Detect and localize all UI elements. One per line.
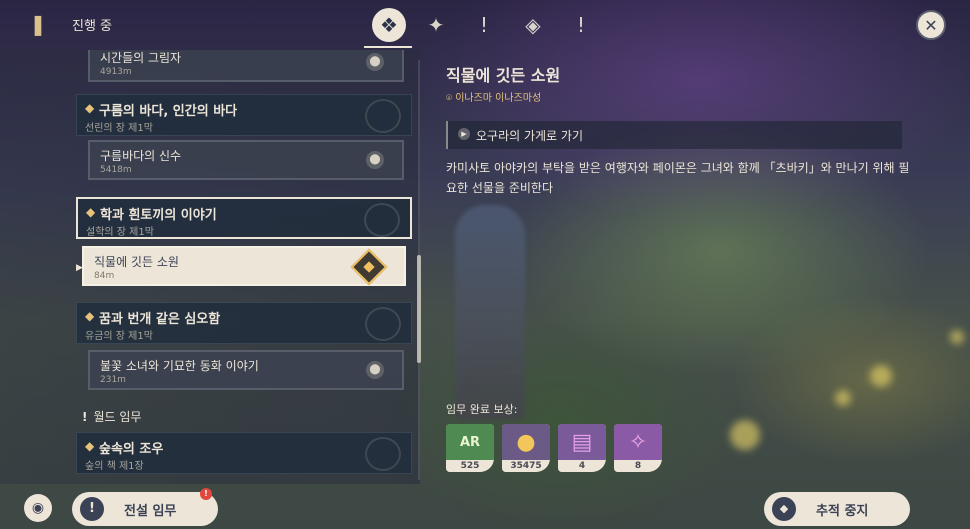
chapter-title: 꿈과 번개 같은 심오함 xyxy=(99,312,221,327)
quest-item[interactable]: 불꽃 소녀와 기묘한 동화 이야기 231m ⬤ xyxy=(88,350,404,390)
chapter-header[interactable]: ◆ 꿈과 번개 같은 심오함 유금의 장 제1막 xyxy=(76,302,412,344)
quest-distance: 4913m xyxy=(100,67,132,77)
stop-tracking-label: 추적 중지 xyxy=(816,504,869,519)
mora-icon: ● xyxy=(502,424,550,460)
event-quest-icon: ◈ xyxy=(525,13,541,37)
quest-item[interactable]: 구름바다의 신수 5418m ⬤ xyxy=(88,140,404,180)
world-quest-icon: ! xyxy=(82,410,88,424)
chapter-title: 숲속의 조우 xyxy=(99,442,164,457)
quest-location-label: 이나즈마 이나즈마성 xyxy=(455,93,542,104)
chapter-header[interactable]: ◆ 학과 흰토끼의 이야기 설학의 장 제1막 xyxy=(76,197,412,239)
close-icon: ✕ xyxy=(924,15,938,35)
legend-quest-button[interactable]: ! 전설 임무 ! xyxy=(72,488,218,526)
quest-distance: 5418m xyxy=(100,165,132,175)
tab-event-quest[interactable]: ◈ xyxy=(516,8,550,42)
commission-quest-icon: ! xyxy=(576,13,586,37)
reward-count: 525 xyxy=(446,460,494,472)
reward-count: 4 xyxy=(558,460,606,472)
location-pin-icon[interactable]: ⬤ xyxy=(366,361,384,379)
reward-item[interactable]: ▤ 4 xyxy=(558,424,606,472)
scrollbar-thumb[interactable] xyxy=(417,255,421,363)
chapter-title: 구름의 바다, 인간의 바다 xyxy=(99,104,238,119)
tab-archon-quest[interactable]: ❖ xyxy=(372,8,406,42)
location-pin-icon[interactable]: ⬤ xyxy=(366,151,384,169)
chapter-diamond-icon: ◆ xyxy=(86,205,96,219)
legend-quest-icon: ! xyxy=(80,497,104,521)
quest-location: ⌾ 이나즈마 이나즈마성 xyxy=(446,89,541,104)
chapter-emblem-icon xyxy=(364,203,400,237)
quest-title: 직물에 깃든 소원 xyxy=(94,255,179,269)
background-light xyxy=(950,330,964,344)
chapter-subtitle: 설학의 장 제1막 xyxy=(86,227,154,238)
selection-arrow-icon: ▶ xyxy=(76,263,83,273)
quest-objective[interactable]: ▶ 오구라의 가게로 가기 xyxy=(446,121,902,149)
chapter-header[interactable]: ◆ 구름의 바다, 인간의 바다 선린의 장 제1막 xyxy=(76,94,412,136)
top-bar: ❚ 진행 중 ❖ ✦ ! ◈ ! ✕ xyxy=(0,0,970,50)
reward-count: 8 xyxy=(614,460,662,472)
tab-world-quest[interactable]: ! xyxy=(467,8,501,42)
quest-book-icon: ❚ xyxy=(29,12,47,36)
story-quest-icon: ✦ xyxy=(427,13,445,37)
play-icon: ▶ xyxy=(458,128,470,140)
chapter-subtitle: 숲의 책 제1장 xyxy=(85,461,144,472)
tab-commission-quest[interactable]: ! xyxy=(564,8,598,42)
quest-description: 카미사토 아야카의 부탁을 받은 여행자와 페이몬은 그녀와 함께 「츠바키」와… xyxy=(446,161,910,195)
quest-distance: 231m xyxy=(100,375,126,385)
wish-icon[interactable]: ◉ xyxy=(24,494,52,522)
heros-wit-icon: ▤ xyxy=(558,424,606,460)
chapter-diamond-icon: ◆ xyxy=(85,101,95,115)
quest-item-selected[interactable]: 직물에 깃든 소원 84m xyxy=(82,246,406,286)
background-light xyxy=(870,365,892,387)
section-header-world-quests: ! 월드 임무 xyxy=(82,408,141,425)
mystic-ore-icon: ✧ xyxy=(614,424,662,460)
quest-title: 구름바다의 신수 xyxy=(100,149,182,163)
chapter-emblem-icon xyxy=(365,307,401,341)
background-character xyxy=(455,205,525,420)
objective-text: 오구라의 가게로 가기 xyxy=(476,129,583,143)
chapter-diamond-icon: ◆ xyxy=(85,439,95,453)
quest-title: 불꽃 소녀와 기묘한 동화 이야기 xyxy=(100,359,259,373)
tracking-diamond-icon: ◆ xyxy=(772,497,796,521)
reward-item[interactable]: ✧ 8 xyxy=(614,424,662,472)
chapter-emblem-icon xyxy=(365,437,401,471)
chapter-diamond-icon: ◆ xyxy=(85,309,95,323)
legend-quest-label: 전설 임무 xyxy=(124,504,177,519)
quest-item[interactable]: 시간들의 그림자 4913m ⬤ xyxy=(88,50,404,82)
adventure-exp-icon: AR xyxy=(446,424,494,460)
location-pin-icon[interactable]: ⬤ xyxy=(366,53,384,71)
background-light xyxy=(835,390,851,406)
tracking-marker-icon[interactable] xyxy=(350,248,388,286)
reward-item[interactable]: ● 35475 xyxy=(502,424,550,472)
quest-distance: 84m xyxy=(94,271,115,281)
chapter-title: 학과 흰토끼의 이야기 xyxy=(100,208,217,223)
tab-story-quest[interactable]: ✦ xyxy=(419,8,453,42)
chapter-header[interactable]: ◆ 숲속의 조우 숲의 책 제1장 xyxy=(76,432,412,474)
page-title: 진행 중 xyxy=(72,19,113,34)
world-quest-icon: ! xyxy=(479,13,489,37)
chapter-emblem-icon xyxy=(365,99,401,133)
background-light xyxy=(730,420,760,450)
close-button[interactable]: ✕ xyxy=(916,10,946,40)
archon-quest-icon: ❖ xyxy=(380,13,398,37)
location-pin-icon: ⌾ xyxy=(446,93,452,104)
section-label: 월드 임무 xyxy=(93,410,142,424)
reward-item[interactable]: AR 525 xyxy=(446,424,494,472)
reward-count: 35475 xyxy=(502,460,550,472)
chapter-subtitle: 유금의 장 제1막 xyxy=(85,331,153,342)
quest-detail-title: 직물에 깃든 소원 xyxy=(446,66,561,85)
notification-badge: ! xyxy=(200,488,212,500)
quest-title: 시간들의 그림자 xyxy=(100,51,182,65)
quest-list-panel: 시간들의 그림자 4913m ⬤ ◆ 구름의 바다, 인간의 바다 선린의 장 … xyxy=(0,50,420,484)
active-tab-indicator xyxy=(364,46,412,48)
rewards-label: 임무 완료 보상: xyxy=(446,403,518,416)
chapter-subtitle: 선린의 장 제1막 xyxy=(85,123,153,134)
stop-tracking-button[interactable]: ◆ 추적 중지 xyxy=(764,492,910,526)
